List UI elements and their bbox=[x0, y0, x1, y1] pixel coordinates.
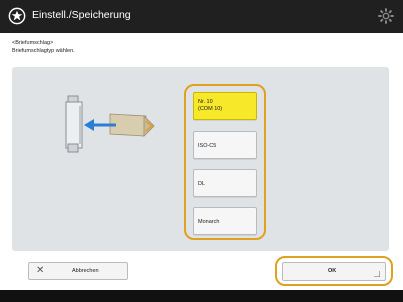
instructions: <Briefumschlag> Briefumschlagtyp wählen. bbox=[12, 39, 75, 55]
bottom-bar bbox=[0, 290, 403, 302]
ok-button[interactable]: OK bbox=[282, 262, 386, 281]
title-bar: Einstell./Speicherung bbox=[0, 0, 403, 33]
option-iso-c5[interactable]: ISO-C5 bbox=[193, 131, 257, 159]
settings-icon[interactable] bbox=[377, 7, 395, 25]
corner-mark-icon bbox=[374, 271, 380, 277]
ok-label: OK bbox=[328, 268, 337, 274]
option-label: Monarch bbox=[198, 219, 220, 225]
envelope-feed-icon bbox=[65, 95, 155, 153]
gear-star-icon bbox=[8, 7, 26, 25]
close-icon: ✕ bbox=[36, 265, 45, 276]
option-label: DL bbox=[198, 181, 206, 187]
instruction-heading: <Briefumschlag> bbox=[12, 40, 54, 46]
cancel-label: Abbrechen bbox=[72, 268, 99, 274]
instruction-text: Briefumschlagtyp wählen. bbox=[12, 48, 75, 54]
page-title: Einstell./Speicherung bbox=[32, 9, 131, 21]
option-dl[interactable]: DL bbox=[193, 169, 257, 197]
option-monarch[interactable]: Monarch bbox=[193, 207, 257, 235]
option-nr10-com10[interactable]: Nr. 10 (COM 10) bbox=[193, 92, 257, 120]
option-sublabel: (COM 10) bbox=[198, 105, 223, 112]
cancel-button[interactable]: ✕ Abbrechen bbox=[28, 262, 128, 280]
option-label: ISO-C5 bbox=[198, 143, 217, 149]
